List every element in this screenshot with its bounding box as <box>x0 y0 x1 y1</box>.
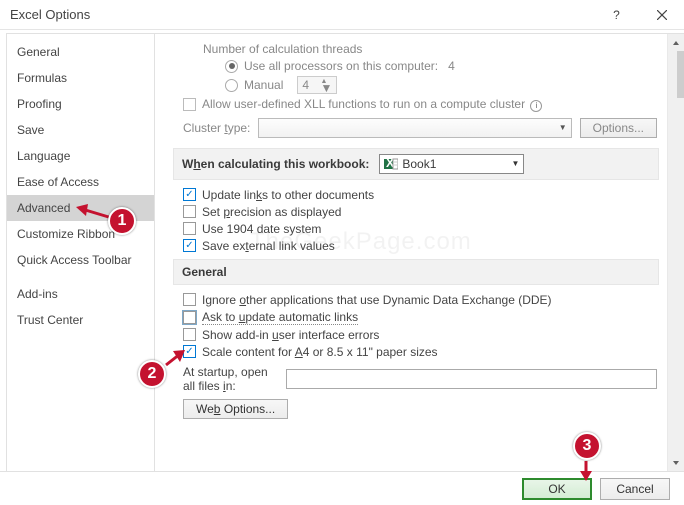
cluster-type-dropdown[interactable]: ▼ <box>258 118 571 138</box>
sidebar-item-general[interactable]: General <box>7 39 154 65</box>
sidebar-item-save[interactable]: Save <box>7 117 154 143</box>
checkbox-update-links[interactable] <box>183 188 196 201</box>
calc-threads-label: Number of calculation threads <box>203 42 657 56</box>
annotation-arrow-3 <box>576 459 596 481</box>
sidebar-item-quick-access-toolbar[interactable]: Quick Access Toolbar <box>7 247 154 273</box>
scrollbar-thumb[interactable] <box>677 51 684 98</box>
sidebar-item-add-ins[interactable]: Add-ins <box>7 281 154 307</box>
scroll-down-icon[interactable] <box>668 454 684 471</box>
radio-manual[interactable] <box>225 79 238 92</box>
cluster-type-label: Cluster type: <box>183 121 250 135</box>
sidebar: General Formulas Proofing Save Language … <box>6 33 155 471</box>
excel-file-icon: X <box>384 157 398 171</box>
close-button[interactable] <box>639 0 684 30</box>
options-panel: Number of calculation threads Use all pr… <box>155 34 667 471</box>
sidebar-item-formulas[interactable]: Formulas <box>7 65 154 91</box>
info-icon[interactable]: i <box>530 100 542 112</box>
vertical-scrollbar[interactable] <box>667 34 684 471</box>
web-options-button[interactable]: Web Options... <box>183 399 288 419</box>
help-button[interactable]: ? <box>594 0 639 30</box>
section-general: General <box>173 259 659 285</box>
annotation-arrow-2 <box>163 349 187 369</box>
section-when-calculating: When calculating this workbook: X Book1 … <box>173 148 659 180</box>
startup-folder-input[interactable] <box>286 369 657 389</box>
checkbox-show-addin-errors[interactable] <box>183 328 196 341</box>
workbook-select[interactable]: X Book1 ▼ <box>379 154 524 174</box>
checkbox-allow-xll[interactable] <box>183 98 196 111</box>
window-title: Excel Options <box>10 7 594 22</box>
titlebar: Excel Options ? <box>0 0 684 30</box>
checkbox-set-precision[interactable] <box>183 205 196 218</box>
checkbox-ignore-dde[interactable] <box>183 293 196 306</box>
scroll-up-icon[interactable] <box>668 34 684 51</box>
annotation-badge-2: 2 <box>138 360 166 388</box>
checkbox-ask-update-links[interactable] <box>183 311 196 324</box>
sidebar-item-language[interactable]: Language <box>7 143 154 169</box>
annotation-badge-3: 3 <box>573 432 601 460</box>
sidebar-item-trust-center[interactable]: Trust Center <box>7 307 154 333</box>
radio-use-all-processors[interactable] <box>225 60 238 73</box>
startup-label: At startup, open all files in: <box>183 365 278 393</box>
checkbox-save-external[interactable] <box>183 239 196 252</box>
cluster-options-button[interactable]: Options... <box>580 118 657 138</box>
checkbox-use-1904[interactable] <box>183 222 196 235</box>
manual-count-stepper[interactable]: 4 ▲▼ <box>297 76 337 94</box>
sidebar-item-ease-of-access[interactable]: Ease of Access <box>7 169 154 195</box>
annotation-badge-1: 1 <box>108 207 136 235</box>
cancel-button[interactable]: Cancel <box>600 478 670 500</box>
sidebar-item-proofing[interactable]: Proofing <box>7 91 154 117</box>
